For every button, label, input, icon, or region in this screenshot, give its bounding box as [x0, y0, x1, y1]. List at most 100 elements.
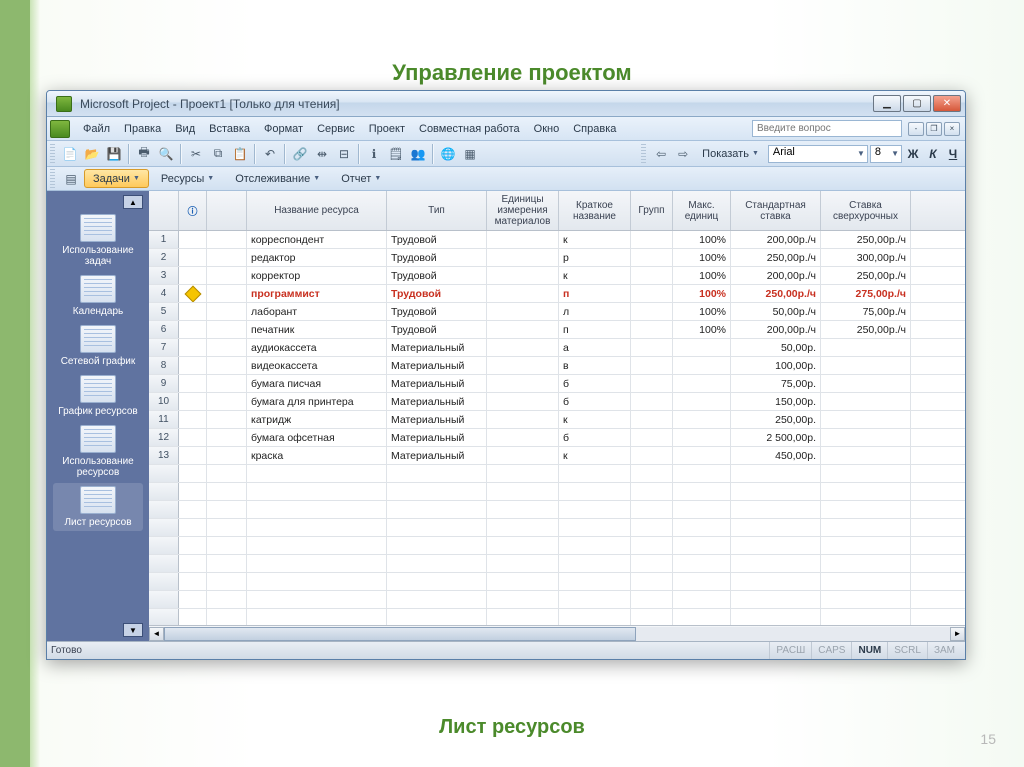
cell-rate[interactable]: 200,00р./ч — [731, 231, 821, 248]
header-type[interactable]: Тип — [387, 191, 487, 230]
report-view-button[interactable]: Отчет▼ — [332, 169, 390, 188]
cell-over[interactable]: 250,00р./ч — [821, 231, 911, 248]
cell-name[interactable]: краска — [247, 447, 387, 464]
table-row-empty[interactable] — [149, 501, 965, 519]
menu-insert[interactable]: Вставка — [202, 120, 257, 138]
copy-button[interactable]: ⧉ — [208, 144, 228, 164]
cell-max[interactable] — [673, 375, 731, 392]
cell-max[interactable]: 100% — [673, 267, 731, 284]
toolbar-grip-2[interactable] — [641, 144, 646, 164]
cell-max[interactable]: 100% — [673, 285, 731, 302]
cell-rate[interactable]: 50,00р./ч — [731, 303, 821, 320]
row-number[interactable]: 2 — [149, 249, 179, 266]
cell-short[interactable]: п — [559, 321, 631, 338]
info-button[interactable]: ℹ — [364, 144, 384, 164]
table-row[interactable]: 8видеокассетаМатериальныйв100,00р. — [149, 357, 965, 375]
cell-blank[interactable] — [207, 393, 247, 410]
open-button[interactable]: 📂 — [82, 144, 102, 164]
row-number[interactable]: 9 — [149, 375, 179, 392]
cell-indicator[interactable] — [179, 429, 207, 446]
cell-short[interactable]: к — [559, 411, 631, 428]
row-number[interactable]: 8 — [149, 357, 179, 374]
cell-type[interactable]: Трудовой — [387, 267, 487, 284]
paste-button[interactable]: 📋 — [230, 144, 250, 164]
close-button[interactable]: ✕ — [933, 95, 961, 112]
cell-unit[interactable] — [487, 393, 559, 410]
row-number[interactable]: 13 — [149, 447, 179, 464]
underline-button[interactable]: Ч — [944, 145, 962, 163]
cell-max[interactable] — [673, 411, 731, 428]
cell-rate[interactable]: 100,00р. — [731, 357, 821, 374]
cell-type[interactable]: Материальный — [387, 393, 487, 410]
cell-indicator[interactable] — [179, 231, 207, 248]
table-row-empty[interactable] — [149, 465, 965, 483]
cell-short[interactable]: к — [559, 447, 631, 464]
table-row[interactable]: 5лаборантТрудовойл100%50,00р./ч75,00р./ч — [149, 303, 965, 321]
cell-short[interactable]: в — [559, 357, 631, 374]
back-button[interactable]: ⇦ — [651, 144, 671, 164]
cell-type[interactable]: Трудовой — [387, 303, 487, 320]
cell-max[interactable] — [673, 393, 731, 410]
mdi-minimize-button[interactable]: - — [908, 122, 924, 136]
cell-over[interactable] — [821, 393, 911, 410]
cell-group[interactable] — [631, 249, 673, 266]
cell-unit[interactable] — [487, 303, 559, 320]
cell-group[interactable] — [631, 357, 673, 374]
cell-unit[interactable] — [487, 285, 559, 302]
cell-over[interactable] — [821, 447, 911, 464]
header-rate[interactable]: Стандартная ставка — [731, 191, 821, 230]
maximize-button[interactable]: ▢ — [903, 95, 931, 112]
print-preview-button[interactable]: 🔍 — [156, 144, 176, 164]
tasks-view-button[interactable]: Задачи▼ — [84, 169, 149, 188]
row-number[interactable]: 12 — [149, 429, 179, 446]
cell-rate[interactable]: 250,00р./ч — [731, 249, 821, 266]
grid-body[interactable]: 1корреспондентТрудовойк100%200,00р./ч250… — [149, 231, 965, 625]
resources-view-button[interactable]: Ресурсы▼ — [152, 169, 223, 188]
split-button[interactable]: ⊟ — [334, 144, 354, 164]
header-over[interactable]: Ставка сверхурочных — [821, 191, 911, 230]
cell-type[interactable]: Трудовой — [387, 231, 487, 248]
note-button[interactable]: 🗒 — [386, 144, 406, 164]
header-rownum[interactable] — [149, 191, 179, 230]
cell-group[interactable] — [631, 267, 673, 284]
cell-unit[interactable] — [487, 321, 559, 338]
forward-button[interactable]: ⇨ — [673, 144, 693, 164]
cell-type[interactable]: Материальный — [387, 357, 487, 374]
menu-format[interactable]: Формат — [257, 120, 310, 138]
table-row-empty[interactable] — [149, 591, 965, 609]
table-row[interactable]: 6печатникТрудовойп100%200,00р./ч250,00р.… — [149, 321, 965, 339]
cell-name[interactable]: бумага офсетная — [247, 429, 387, 446]
cell-blank[interactable] — [207, 429, 247, 446]
scroll-right-button[interactable]: ► — [950, 627, 965, 641]
header-unit[interactable]: Единицы измерения материалов — [487, 191, 559, 230]
assign-button[interactable]: 👥 — [408, 144, 428, 164]
cell-over[interactable] — [821, 339, 911, 356]
menu-view[interactable]: Вид — [168, 120, 202, 138]
cell-over[interactable] — [821, 429, 911, 446]
cell-blank[interactable] — [207, 231, 247, 248]
cell-type[interactable]: Материальный — [387, 447, 487, 464]
table-row[interactable]: 13краскаМатериальныйк450,00р. — [149, 447, 965, 465]
cell-short[interactable]: б — [559, 393, 631, 410]
table-row[interactable]: 12бумага офсетнаяМатериальныйб2 500,00р. — [149, 429, 965, 447]
menu-app-icon[interactable] — [50, 120, 70, 138]
header-name[interactable]: Название ресурса — [247, 191, 387, 230]
group-button[interactable]: ▦ — [460, 144, 480, 164]
save-button[interactable]: 💾 — [104, 144, 124, 164]
cell-blank[interactable] — [207, 339, 247, 356]
resource-sheet-grid[interactable]: ⓘ Название ресурса Тип Единицы измерения… — [149, 191, 965, 641]
mdi-close-button[interactable]: × — [944, 122, 960, 136]
cell-unit[interactable] — [487, 375, 559, 392]
table-row-empty[interactable] — [149, 483, 965, 501]
cell-indicator[interactable] — [179, 249, 207, 266]
cell-short[interactable]: л — [559, 303, 631, 320]
cell-indicator[interactable] — [179, 267, 207, 284]
cell-group[interactable] — [631, 231, 673, 248]
cell-rate[interactable]: 150,00р. — [731, 393, 821, 410]
minimize-button[interactable]: ▁ — [873, 95, 901, 112]
cell-unit[interactable] — [487, 429, 559, 446]
cell-name[interactable]: программист — [247, 285, 387, 302]
cell-group[interactable] — [631, 339, 673, 356]
cell-rate[interactable]: 50,00р. — [731, 339, 821, 356]
cell-indicator[interactable] — [179, 393, 207, 410]
